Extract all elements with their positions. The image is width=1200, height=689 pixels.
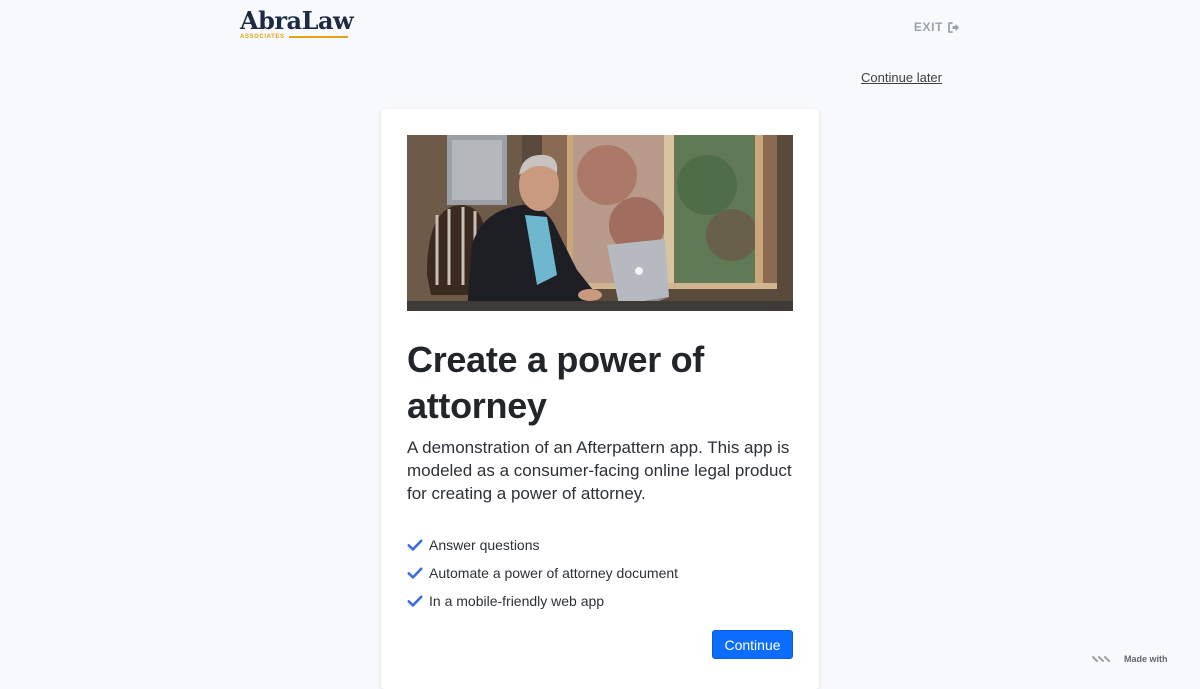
feature-item: Automate a power of attorney document	[407, 559, 678, 587]
brand-logo: AbraLaw ASSOCIATES	[240, 6, 354, 40]
check-icon	[407, 595, 423, 607]
feature-item: In a mobile-friendly web app	[407, 587, 678, 615]
made-with-badge[interactable]: Made with	[1092, 654, 1168, 664]
intro-card: Create a power of attorney A demonstrati…	[381, 109, 819, 689]
exit-link[interactable]: EXIT	[914, 20, 960, 34]
afterpattern-logo-icon	[1092, 656, 1110, 662]
feature-label: Answer questions	[429, 537, 540, 553]
brand-tagline: ASSOCIATES	[240, 34, 285, 40]
made-with-label: Made with	[1124, 654, 1168, 664]
continue-button[interactable]: Continue	[712, 630, 793, 659]
hero-photo-illustration	[407, 135, 793, 311]
check-icon	[407, 567, 423, 579]
page-title: Create a power of attorney	[407, 339, 704, 426]
feature-label: In a mobile-friendly web app	[429, 593, 605, 609]
brand-name: AbraLaw	[240, 6, 354, 35]
brand-underline	[288, 36, 348, 38]
continue-later-link[interactable]: Continue later	[861, 70, 942, 85]
exit-label: EXIT	[913, 20, 943, 34]
check-icon	[407, 539, 423, 551]
feature-label: Automate a power of attorney document	[429, 565, 679, 581]
sign-out-icon	[948, 21, 960, 33]
hero-image	[407, 135, 793, 311]
feature-item: Answer questions	[407, 531, 678, 559]
feature-list: Answer questions Automate a power of att…	[407, 531, 678, 615]
page-description: A demonstration of an Afterpattern app. …	[407, 438, 792, 503]
